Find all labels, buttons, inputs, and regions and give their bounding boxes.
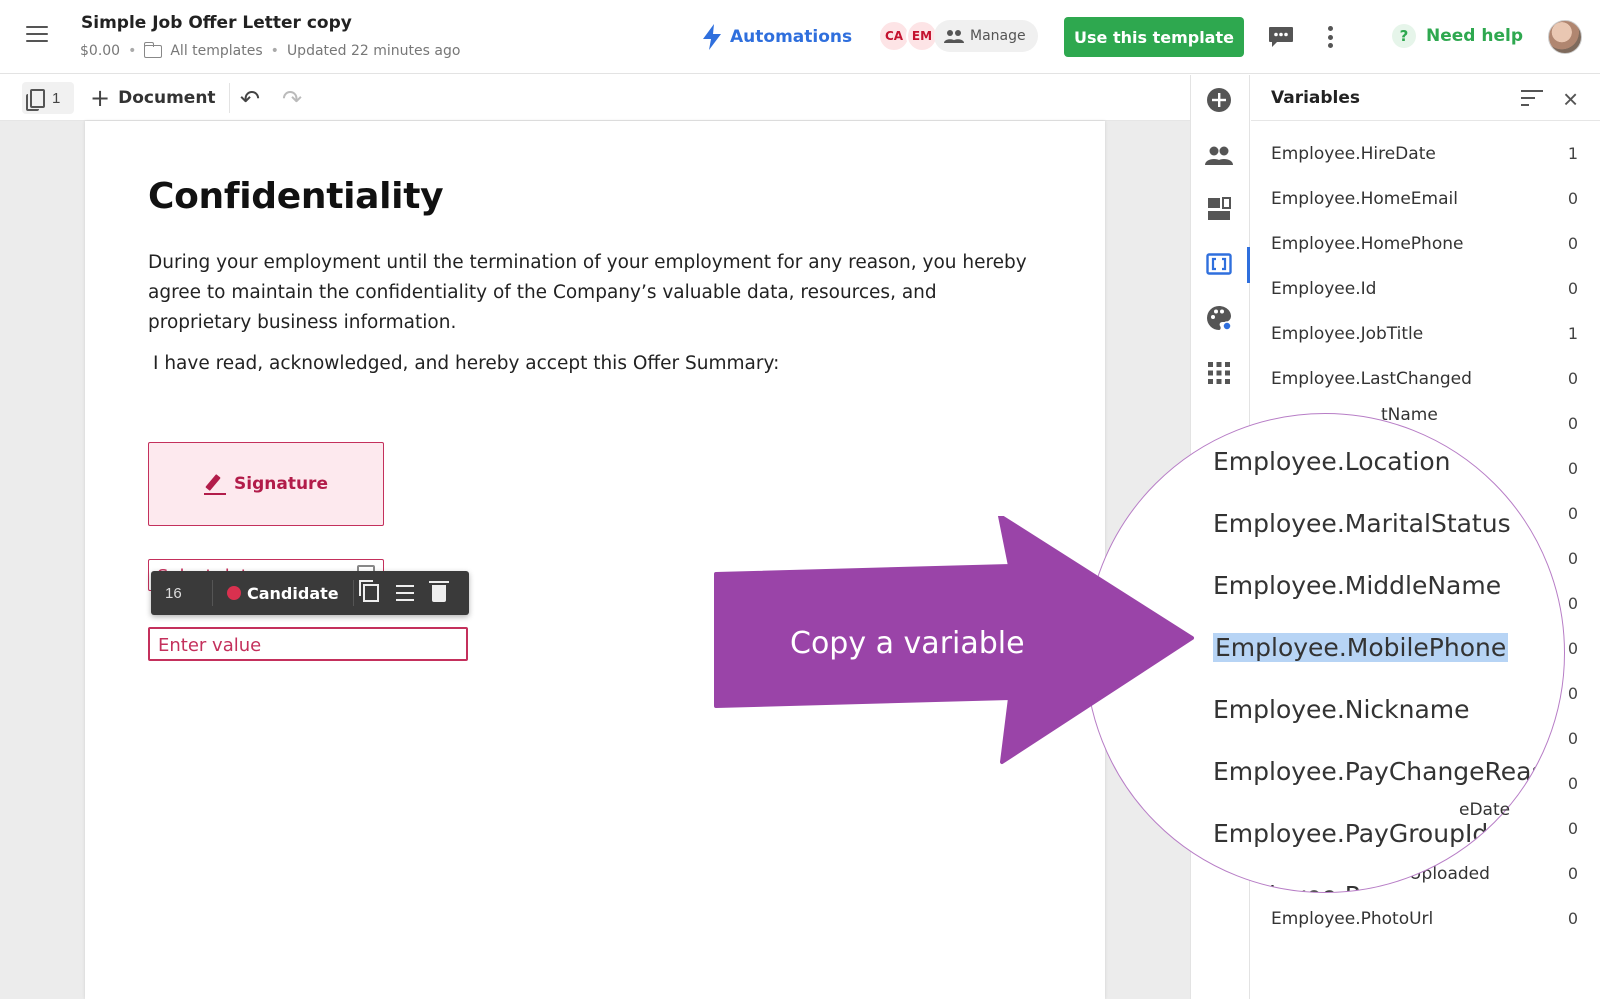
lightning-icon bbox=[703, 24, 721, 50]
section-heading[interactable]: Confidentiality bbox=[148, 176, 444, 217]
add-document-button[interactable]: + Document bbox=[90, 83, 216, 113]
duplicate-button[interactable] bbox=[354, 580, 388, 606]
magnified-variables-list: Employee.Location Employee.MaritalStatus… bbox=[1213, 430, 1564, 893]
list-item[interactable]: Employee.MiddleName bbox=[1213, 554, 1564, 616]
list-item[interactable]: Employee.LastChanged 0 bbox=[1251, 356, 1600, 401]
chat-icon[interactable] bbox=[1268, 26, 1294, 48]
recipients-button[interactable] bbox=[1205, 141, 1233, 169]
panel-header: Variables × bbox=[1251, 75, 1600, 121]
editor-toolbar: 1 + Document ↶ ↷ bbox=[0, 75, 1190, 121]
pen-icon bbox=[204, 473, 227, 495]
sliders-icon bbox=[395, 585, 414, 601]
add-document-label: Document bbox=[118, 88, 216, 108]
blocks-button[interactable] bbox=[1205, 195, 1233, 223]
automations-label: Automations bbox=[730, 27, 853, 47]
apps-button[interactable] bbox=[1205, 359, 1233, 387]
use-template-button[interactable]: Use this template bbox=[1064, 17, 1244, 57]
manage-button[interactable]: Manage bbox=[934, 20, 1038, 52]
list-item[interactable]: Employee.MaritalStatus bbox=[1213, 492, 1564, 554]
top-header: Simple Job Offer Letter copy $0.00 • All… bbox=[0, 0, 1600, 74]
partial-variable-name: eDate bbox=[1459, 800, 1511, 820]
people-icon bbox=[1205, 146, 1233, 165]
selected-variable: Employee.MobilePhone bbox=[1213, 632, 1509, 662]
role-label: Candidate bbox=[247, 583, 339, 603]
list-item[interactable]: Employee.PayChangeReason bbox=[1213, 740, 1564, 802]
variables-icon bbox=[1206, 253, 1232, 275]
list-item[interactable]: Employee.Id 0 bbox=[1251, 266, 1600, 311]
folder-icon bbox=[143, 41, 163, 58]
panel-title: Variables bbox=[1271, 88, 1361, 108]
list-item[interactable]: Employee.PayRate bbox=[1213, 864, 1564, 893]
list-item[interactable]: Employee.HomePhone 0 bbox=[1251, 221, 1600, 266]
list-item[interactable]: Employee.HireDate 1 bbox=[1251, 131, 1600, 176]
variables-button[interactable] bbox=[1205, 250, 1233, 278]
add-block-button[interactable] bbox=[1205, 86, 1233, 114]
folder-link[interactable]: All templates bbox=[170, 43, 262, 59]
hamburger-icon[interactable] bbox=[26, 26, 48, 44]
document-price: $0.00 bbox=[80, 43, 121, 59]
grid-icon bbox=[1208, 362, 1230, 384]
user-avatar[interactable] bbox=[1548, 20, 1582, 54]
trash-icon bbox=[428, 580, 449, 602]
document-title[interactable]: Simple Job Offer Letter copy bbox=[81, 13, 352, 33]
role-color-dot bbox=[227, 586, 241, 600]
acceptance-text[interactable]: I have read, acknowledged, and hereby ac… bbox=[153, 353, 779, 374]
list-item[interactable]: Employee.JobTitle 1 bbox=[1251, 311, 1600, 356]
need-help-label: Need help bbox=[1426, 26, 1524, 46]
page-count: 1 bbox=[52, 89, 61, 107]
list-item[interactable]: Employee.PayGroupId bbox=[1213, 802, 1564, 864]
field-toolbar: 16 Candidate bbox=[151, 571, 469, 615]
collaborators: CA EM Manage bbox=[878, 20, 1038, 52]
active-indicator bbox=[1247, 247, 1250, 283]
list-item[interactable]: Employee.Nickname bbox=[1213, 678, 1564, 740]
document-meta: $0.00 • All templates • Updated 22 minut… bbox=[80, 41, 461, 59]
text-value-field[interactable]: Enter value bbox=[148, 627, 468, 661]
settings-button[interactable] bbox=[388, 580, 422, 606]
updated-timestamp: Updated 22 minutes ago bbox=[286, 43, 461, 59]
list-item-selected[interactable]: Employee.MobilePhone bbox=[1213, 616, 1564, 678]
design-button[interactable] bbox=[1205, 304, 1233, 332]
signature-label: Signature bbox=[234, 474, 328, 494]
delete-button[interactable] bbox=[422, 580, 456, 606]
body-paragraph[interactable]: During your employment until the termina… bbox=[148, 248, 1028, 338]
font-size-input[interactable]: 16 bbox=[151, 580, 213, 606]
pages-button[interactable]: 1 bbox=[22, 82, 74, 114]
pages-icon bbox=[26, 88, 45, 111]
redo-icon[interactable]: ↷ bbox=[282, 85, 302, 114]
list-item[interactable]: Employee.Location bbox=[1213, 430, 1564, 492]
callout-text: Copy a variable bbox=[790, 626, 1025, 661]
role-selector[interactable]: Candidate bbox=[213, 580, 354, 606]
copy-icon bbox=[358, 580, 379, 602]
add-circle-icon bbox=[1207, 88, 1231, 112]
automations-button[interactable]: Automations bbox=[702, 24, 852, 50]
sort-icon[interactable] bbox=[1521, 90, 1543, 106]
signature-field[interactable]: Signature bbox=[148, 442, 384, 526]
need-help-button[interactable]: ? Need help bbox=[1392, 24, 1523, 48]
more-vertical-icon[interactable] bbox=[1328, 26, 1334, 48]
people-icon bbox=[944, 30, 964, 43]
list-item[interactable]: Employee.HomeEmail 0 bbox=[1251, 176, 1600, 221]
palette-icon bbox=[1207, 306, 1232, 331]
list-item[interactable]: Employee.PhotoUrl 0 bbox=[1251, 896, 1600, 941]
plus-icon: + bbox=[90, 84, 111, 112]
close-icon[interactable]: × bbox=[1563, 84, 1578, 115]
layout-icon bbox=[1208, 197, 1231, 220]
manage-label: Manage bbox=[970, 28, 1026, 44]
undo-icon[interactable]: ↶ bbox=[240, 85, 260, 114]
help-icon: ? bbox=[1392, 24, 1416, 48]
